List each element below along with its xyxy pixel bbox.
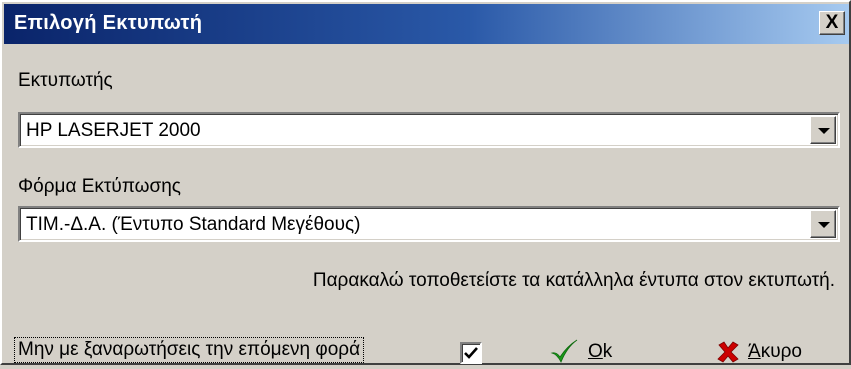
printer-value: HP LASERJET 2000 <box>26 120 201 141</box>
checkmark-icon <box>464 347 478 359</box>
window-title: Επιλογή Εκτυπωτή <box>14 12 203 34</box>
ok-button[interactable]: Ok <box>550 335 612 369</box>
title-bar[interactable]: Επιλογή Εκτυπωτή X <box>4 4 849 44</box>
close-icon: X <box>825 12 839 33</box>
ok-label: k <box>602 341 613 362</box>
cancel-mnemonic: Ά <box>748 341 761 362</box>
chevron-down-icon[interactable] <box>810 210 836 238</box>
dont-ask-checkbox[interactable] <box>460 342 482 364</box>
chevron-down-icon[interactable] <box>810 116 836 144</box>
close-button[interactable]: X <box>819 11 845 35</box>
ok-mnemonic: O <box>588 341 603 362</box>
printer-select-dialog: Επιλογή Εκτυπωτή X Εκτυπωτής HP LASERJET… <box>0 0 851 365</box>
form-combobox[interactable]: ΤΙΜ.-Δ.Α. (Έντυπο Standard Μεγέθους) <box>18 206 840 242</box>
cancel-label: κυρο <box>760 341 802 362</box>
info-message: Παρακαλώ τοποθετείστε τα κατάλληλα έντυπ… <box>312 270 835 291</box>
printer-label: Εκτυπωτής <box>18 70 113 91</box>
dont-ask-label[interactable]: Μην με ξαναρωτήσεις την επόμενη φορά <box>13 337 365 363</box>
form-value: ΤΙΜ.-Δ.Α. (Έντυπο Standard Μεγέθους) <box>26 214 361 235</box>
form-label: Φόρμα Εκτύπωσης <box>18 176 181 197</box>
cancel-button[interactable]: Άκυρο <box>716 335 802 369</box>
cross-icon <box>717 341 739 363</box>
check-icon <box>550 339 578 363</box>
printer-combobox[interactable]: HP LASERJET 2000 <box>18 112 840 148</box>
